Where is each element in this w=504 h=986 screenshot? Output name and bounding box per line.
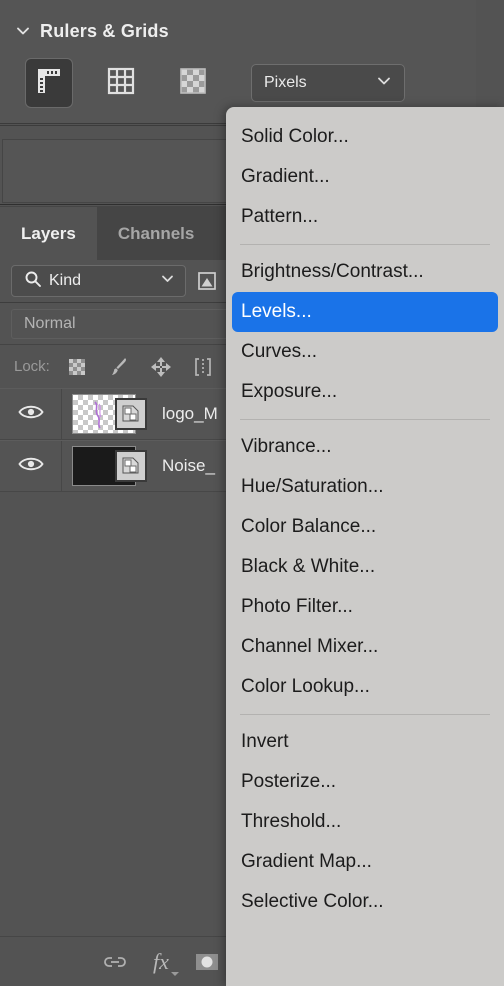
layer-name: logo_M [162,404,218,423]
filter-kind-value: Kind [49,272,82,289]
tab-layers[interactable]: Layers [0,207,97,260]
grid-toggle-button[interactable] [97,58,145,108]
layer-thumbnail[interactable] [72,394,147,435]
menu-item-selective-color[interactable]: Selective Color... [226,882,504,922]
menu-item-posterize[interactable]: Posterize... [226,762,504,802]
rulers-grids-toolbar: Pixels [0,58,405,108]
chevron-down-icon [160,271,175,291]
menu-item-gradient[interactable]: Gradient... [226,157,504,197]
menu-item-color-balance[interactable]: Color Balance... [226,507,504,547]
lock-position-icon[interactable] [146,352,176,382]
divider [240,419,490,420]
menu-item-black-and-white[interactable]: Black & White... [226,547,504,587]
blend-mode-value: Normal [24,314,76,332]
tab-channels[interactable]: Channels [97,207,216,260]
add-layer-style-button[interactable]: fx [138,942,184,982]
chevron-down-icon [376,73,392,94]
eye-icon [17,403,44,426]
divider [240,714,490,715]
checkerboard-icon [178,66,208,101]
layer-visibility-toggle[interactable] [0,441,62,491]
unit-select[interactable]: Pixels [251,64,405,102]
lock-label: Lock: [14,358,50,375]
magnifier-icon [24,270,42,293]
menu-item-brightness-contrast[interactable]: Brightness/Contrast... [226,252,504,292]
tab-channels-label: Channels [117,223,195,243]
menu-group: Invert Posterize... Threshold... Gradien… [226,722,504,922]
layer-name: Noise_ [162,456,215,475]
lock-image-pixels-icon[interactable] [104,352,134,382]
tab-layers-label: Layers [21,223,76,243]
menu-group: Brightness/Contrast... Levels... Curves.… [226,252,504,412]
menu-item-hue-saturation[interactable]: Hue/Saturation... [226,467,504,507]
smart-object-icon [115,398,147,430]
menu-item-invert[interactable]: Invert [226,722,504,762]
rulers-toggle-button[interactable] [25,58,73,108]
adjustment-layer-context-menu: Solid Color... Gradient... Pattern... Br… [226,107,504,986]
pixel-filter-icon[interactable] [195,269,219,293]
menu-item-pattern[interactable]: Pattern... [226,197,504,237]
chevron-down-icon[interactable] [10,18,36,44]
menu-item-photo-filter[interactable]: Photo Filter... [226,587,504,627]
filter-kind-select[interactable]: Kind [11,265,186,297]
grid-icon [106,66,136,101]
lock-transparent-pixels-icon[interactable] [62,352,92,382]
unit-select-value: Pixels [264,74,307,91]
menu-item-curves[interactable]: Curves... [226,332,504,372]
rulers-grids-panel: Rulers & Grids Pixels [0,0,476,124]
menu-item-channel-mixer[interactable]: Channel Mixer... [226,627,504,667]
ruler-icon [34,66,64,101]
lock-artboard-nesting-icon[interactable] [188,352,218,382]
layer-thumbnail[interactable] [72,446,147,486]
menu-item-exposure[interactable]: Exposure... [226,372,504,412]
transparency-grid-toggle-button[interactable] [169,58,217,108]
rulers-grids-header[interactable]: Rulers & Grids [0,14,476,48]
menu-group: Vibrance... Hue/Saturation... Color Bala… [226,427,504,707]
menu-item-vibrance[interactable]: Vibrance... [226,427,504,467]
divider [240,244,490,245]
menu-item-gradient-map[interactable]: Gradient Map... [226,842,504,882]
app-root: Rulers & Grids Pixels Layers Channels Ki… [0,0,504,986]
smart-object-icon [115,450,147,482]
layer-visibility-toggle[interactable] [0,389,62,439]
menu-group: Solid Color... Gradient... Pattern... [226,117,504,237]
menu-item-color-lookup[interactable]: Color Lookup... [226,667,504,707]
page-title: Rulers & Grids [40,20,169,41]
layer-artwork-preview [90,400,110,435]
eye-icon [17,455,44,478]
menu-item-levels[interactable]: Levels... [232,292,498,332]
add-layer-mask-icon[interactable] [184,942,230,982]
menu-item-threshold[interactable]: Threshold... [226,802,504,842]
fx-label: fx [153,948,169,974]
menu-item-solid-color[interactable]: Solid Color... [226,117,504,157]
link-layers-icon[interactable] [92,942,138,982]
